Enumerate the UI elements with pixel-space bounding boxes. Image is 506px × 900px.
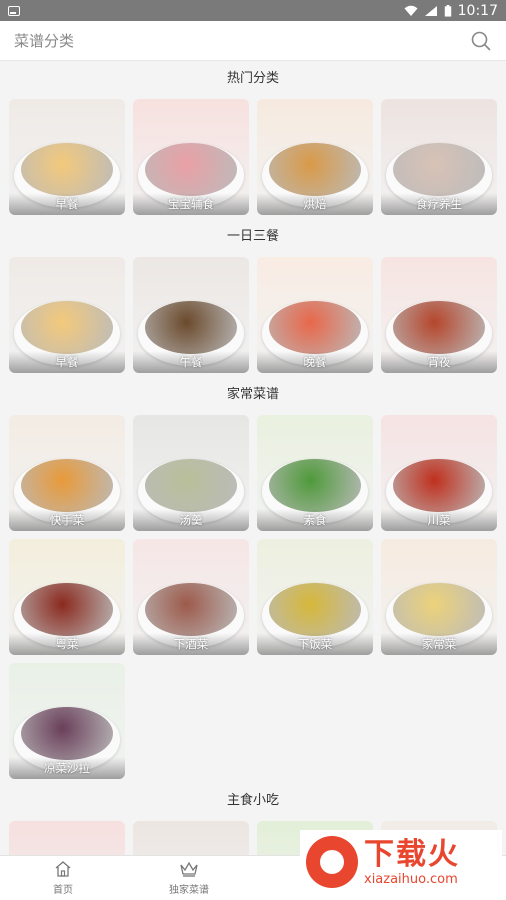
category-tile[interactable]: 下饭菜 bbox=[257, 539, 373, 655]
category-tile[interactable]: 素食 bbox=[257, 415, 373, 531]
category-tile[interactable]: 烘焙 bbox=[257, 99, 373, 215]
category-tile[interactable]: 粤菜 bbox=[9, 539, 125, 655]
category-tile[interactable]: 川菜 bbox=[381, 415, 497, 531]
category-label: 宝宝辅食 bbox=[133, 193, 249, 215]
category-tile[interactable]: 凉菜沙拉 bbox=[9, 663, 125, 779]
category-tile[interactable]: 食疗养生 bbox=[381, 99, 497, 215]
header-bar: 菜谱分类 bbox=[0, 21, 506, 61]
category-label: 快手菜 bbox=[9, 509, 125, 531]
category-label: 早餐 bbox=[9, 193, 125, 215]
search-icon bbox=[471, 31, 491, 50]
category-tile[interactable]: 午餐 bbox=[133, 257, 249, 373]
category-list[interactable]: 热门分类 早餐 宝宝辅食 烘焙 食疗养生 一日三餐 早餐 午餐 晚餐 宵夜 家常菜谱 快手菜 汤羹 素食川… bbox=[0, 61, 506, 855]
category-label: 晚餐 bbox=[257, 351, 373, 373]
category-label: 烘焙 bbox=[257, 193, 373, 215]
section-title: 一日三餐 bbox=[226, 229, 279, 244]
nav-home-label: 首页 bbox=[53, 885, 73, 896]
category-grid: 早餐 宝宝辅食 烘焙 食疗养生 bbox=[0, 99, 506, 215]
category-tile[interactable]: 家常菜 bbox=[381, 539, 497, 655]
category-label: 凉菜沙拉 bbox=[9, 757, 125, 779]
watermark-url: xiazaihuo.com bbox=[364, 871, 458, 887]
nav-exclusive-label: 独家菜谱 bbox=[169, 885, 209, 896]
category-tile[interactable]: 下酒菜 bbox=[133, 539, 249, 655]
signal-icon bbox=[424, 5, 437, 16]
category-tile[interactable]: 快手菜 bbox=[9, 415, 125, 531]
home-icon bbox=[55, 861, 71, 877]
category-label: 早餐 bbox=[9, 351, 125, 373]
category-tile[interactable]: 宝宝辅食 bbox=[133, 99, 249, 215]
section-title: 热门分类 bbox=[226, 71, 279, 86]
category-tile[interactable] bbox=[133, 821, 249, 855]
nav-exclusive-recipes[interactable]: 独家菜谱 bbox=[126, 856, 252, 900]
page-title: 菜谱分类 bbox=[14, 32, 75, 50]
category-label: 川菜 bbox=[381, 509, 497, 531]
category-tile[interactable]: 早餐 bbox=[9, 257, 125, 373]
category-tile[interactable]: 宵夜 bbox=[381, 257, 497, 373]
nav-home[interactable]: 首页 bbox=[0, 856, 126, 900]
watermark-logo bbox=[306, 836, 358, 888]
category-label: 食疗养生 bbox=[381, 193, 497, 215]
category-tile[interactable]: 晚餐 bbox=[257, 257, 373, 373]
battery-icon bbox=[444, 4, 451, 17]
search-button[interactable] bbox=[470, 30, 492, 52]
image-notification-icon bbox=[8, 5, 20, 16]
category-tile[interactable]: 汤羹 bbox=[133, 415, 249, 531]
category-tile[interactable]: 早餐 bbox=[9, 99, 125, 215]
section-title: 家常菜谱 bbox=[226, 387, 279, 402]
category-label: 汤羹 bbox=[133, 509, 249, 531]
watermark-text: 下载火 bbox=[364, 836, 460, 872]
category-label: 午餐 bbox=[133, 351, 249, 373]
category-label: 粤菜 bbox=[9, 633, 125, 655]
category-tile[interactable] bbox=[9, 821, 125, 855]
watermark: 下载火 xiazaihuo.com bbox=[300, 830, 502, 894]
category-label: 下酒菜 bbox=[133, 633, 249, 655]
status-bar: 10:17 bbox=[0, 0, 506, 21]
section-title: 主食小吃 bbox=[226, 793, 279, 808]
category-label: 素食 bbox=[257, 509, 373, 531]
wifi-icon bbox=[404, 5, 418, 16]
status-time: 10:17 bbox=[457, 2, 498, 19]
category-label: 家常菜 bbox=[381, 633, 497, 655]
category-grid: 早餐 午餐 晚餐 宵夜 bbox=[0, 257, 506, 373]
crown-icon bbox=[180, 861, 198, 877]
category-grid: 快手菜 汤羹 素食 川菜粤菜 下酒菜 下饭菜 家常菜凉菜沙拉 bbox=[0, 415, 506, 779]
category-label: 下饭菜 bbox=[257, 633, 373, 655]
category-label: 宵夜 bbox=[381, 351, 497, 373]
